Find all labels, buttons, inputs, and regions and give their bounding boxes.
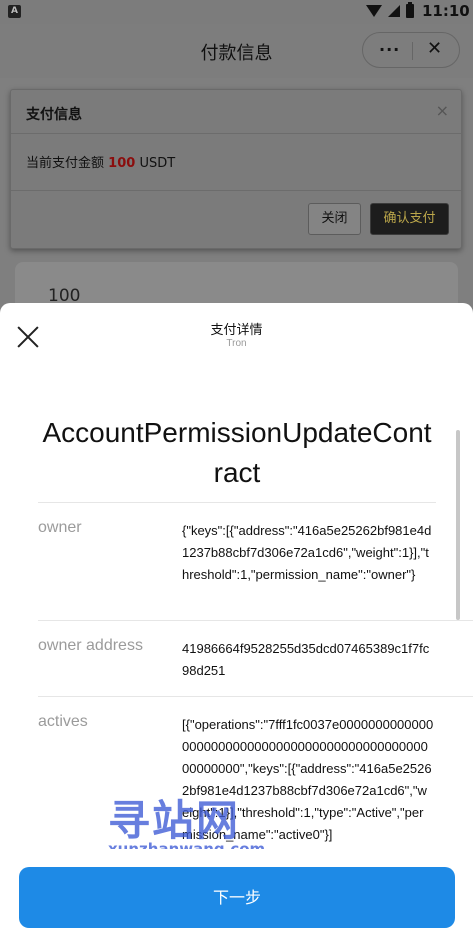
- detail-row-owner: owner {"keys":[{"address":"416a5e25262bf…: [38, 503, 473, 621]
- amount-unit: USDT: [139, 156, 176, 171]
- detail-value: {"keys":[{"address":"416a5e25262bf981e4d…: [182, 523, 432, 582]
- dialog-footer: 关闭 确认支付: [11, 190, 461, 250]
- confirm-pay-button[interactable]: 确认支付: [370, 203, 449, 235]
- app-notification-icon: A: [8, 5, 21, 18]
- detail-label: owner address: [38, 637, 143, 654]
- detail-row-owner-address: owner address 41986664f9528255d35dcd0746…: [38, 621, 473, 697]
- dialog-header: 支付信息 ×: [11, 90, 461, 134]
- app-header: 付款信息 ··· ✕: [0, 24, 473, 78]
- watermark-en: xunzhanwang.com: [108, 840, 266, 849]
- detail-label: owner: [38, 519, 82, 536]
- watermark-logo: 寻站网 xunzhanwang.com: [108, 796, 268, 850]
- next-step-button[interactable]: 下一步: [19, 867, 455, 928]
- detail-label: actives: [38, 713, 88, 730]
- capsule-divider: [412, 42, 413, 60]
- detail-scroll-area[interactable]: AccountPermissionUpdateContract owner {"…: [0, 363, 473, 849]
- more-icon[interactable]: ···: [379, 40, 400, 59]
- miniapp-capsule: ··· ✕: [362, 32, 460, 68]
- signal-icon: [388, 5, 400, 17]
- sheet-title: 支付详情: [210, 323, 263, 338]
- payment-info-dialog: 支付信息 × 当前支付金额 100 USDT 关闭 确认支付: [10, 89, 462, 249]
- sheet-network: Tron: [226, 338, 247, 349]
- close-icon[interactable]: ✕: [427, 38, 442, 59]
- dialog-title: 支付信息: [26, 107, 82, 123]
- status-time: 11:10: [422, 2, 470, 20]
- contract-name: AccountPermissionUpdateContract: [42, 417, 432, 488]
- amount-prefix: 当前支付金额: [26, 156, 105, 171]
- battery-icon: [406, 2, 414, 18]
- payment-amount-text: 当前支付金额 100 USDT: [26, 152, 175, 171]
- scrollbar[interactable]: [456, 430, 460, 620]
- status-bar: A 11:10: [0, 0, 473, 24]
- detail-value: 41986664f9528255d35dcd07465389c1f7fc98d2…: [182, 641, 430, 678]
- dialog-close-icon[interactable]: ×: [436, 101, 449, 120]
- dialog-close-button[interactable]: 关闭: [308, 203, 361, 235]
- amount-value: 100: [108, 156, 136, 171]
- wifi-icon: [366, 5, 382, 17]
- watermark-cn: 寻站网: [108, 796, 241, 845]
- payment-detail-sheet: 支付详情 Tron AccountPermissionUpdateContrac…: [0, 303, 473, 944]
